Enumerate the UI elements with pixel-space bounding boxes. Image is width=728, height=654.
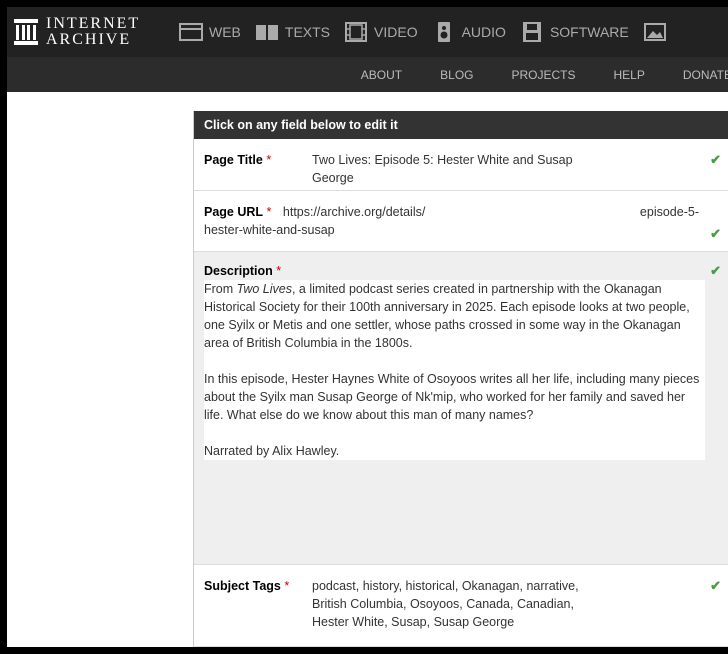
book-icon (255, 25, 278, 40)
required-marker: * (266, 205, 272, 219)
page-title-label: Page Title (204, 153, 263, 167)
required-marker: * (266, 153, 272, 167)
valid-check-icon: ✔ (710, 152, 721, 167)
nav-blog-link[interactable]: BLOG (440, 68, 473, 82)
nav-texts-label: TEXTS (284, 24, 331, 40)
page-title-label-col: Page Title * (204, 151, 312, 187)
subject-tags-value[interactable]: podcast, history, historical, Okanagan, … (312, 577, 705, 631)
subject-tags-label-col: Subject Tags * (204, 577, 312, 631)
logo-line-1: INTERNET (46, 15, 141, 32)
page-url-field[interactable]: Page URL * https://archive.org/details/ … (194, 191, 728, 252)
valid-check-icon: ✔ (710, 578, 721, 593)
nav-video-label: VIDEO (374, 24, 418, 40)
floppy-disk-icon (522, 22, 541, 42)
subject-tags-line: British Columbia, Osoyoos, Canada, Canad… (312, 597, 574, 611)
page-title-value-line: Two Lives: Episode 5: Hester White and S… (312, 153, 573, 167)
speaker-icon (437, 22, 450, 42)
description-label: Description (204, 264, 273, 278)
archive-building-icon (14, 19, 38, 45)
page-title-value[interactable]: Two Lives: Episode 5: Hester White and S… (312, 151, 705, 187)
subject-tags-line: podcast, history, historical, Okanagan, … (312, 579, 579, 593)
nav-projects-link[interactable]: PROJECTS (512, 68, 576, 82)
page-url-row: Page URL * https://archive.org/details/ … (204, 203, 705, 221)
logo-text: INTERNET ARCHIVE (46, 16, 140, 48)
nav-software[interactable]: SOFTWARE (520, 22, 629, 42)
page-url-prefix: https://archive.org/details/ (282, 205, 426, 219)
description-text: From (204, 282, 237, 296)
nav-audio-label: AUDIO (461, 24, 506, 40)
nav-donate-link[interactable]: DONATE (683, 68, 728, 82)
series-title: Two Lives (236, 282, 292, 296)
metadata-edit-panel: Click on any field below to edit it Page… (193, 111, 728, 647)
page-url-slug-part2[interactable]: hester-white-and-susap (204, 221, 705, 239)
film-icon (345, 22, 368, 42)
nav-about-link[interactable]: ABOUT (361, 68, 402, 82)
page-title-field[interactable]: Page Title * Two Lives: Episode 5: Heste… (194, 139, 728, 191)
image-icon (643, 23, 666, 41)
nav-web[interactable]: WEB (179, 22, 241, 42)
description-field[interactable]: Description * From Two Lives, a limited … (194, 252, 728, 565)
nav-help-link[interactable]: HELP (614, 68, 645, 82)
nav-software-label: SOFTWARE (549, 24, 629, 40)
valid-check-icon: ✔ (710, 226, 721, 241)
description-paragraph: Narrated by Alix Hawley. (204, 444, 340, 458)
valid-check-icon: ✔ (710, 263, 721, 278)
required-marker: * (284, 579, 290, 593)
secondary-nav: ABOUT BLOG PROJECTS HELP DONATE (7, 57, 728, 92)
description-paragraph: In this episode, Hester Haynes White of … (204, 372, 700, 422)
subject-tags-row: Subject Tags * podcast, history, histori… (204, 577, 705, 631)
page-title-value-line: George (312, 171, 354, 185)
nav-texts[interactable]: TEXTS (255, 22, 330, 42)
secondary-nav-links: ABOUT BLOG PROJECTS HELP DONATE (323, 57, 728, 92)
page-url-label: Page URL (204, 205, 264, 219)
web-icon (179, 23, 203, 41)
required-marker: * (276, 264, 282, 278)
panel-header: Click on any field below to edit it (194, 111, 728, 139)
page-frame: INTERNET ARCHIVE WEB TEXTS VIDEO AUDIO S… (7, 7, 728, 647)
nav-video[interactable]: VIDEO (344, 22, 418, 42)
description-paragraph: From Two Lives, a limited podcast series… (204, 280, 703, 352)
description-label-row: Description * (204, 262, 705, 280)
top-nav-bar: INTERNET ARCHIVE WEB TEXTS VIDEO AUDIO S… (7, 7, 728, 57)
page-url-label-group: Page URL * https://archive.org/details/ (204, 203, 425, 221)
page-title-row: Page Title * Two Lives: Episode 5: Heste… (204, 151, 705, 187)
subject-tags-label: Subject Tags (204, 579, 281, 593)
subject-tags-line: Hester White, Susap, Susap George (312, 615, 515, 629)
primary-nav: WEB TEXTS VIDEO AUDIO SOFTWARE (179, 7, 687, 57)
nav-web-label: WEB (209, 24, 241, 40)
nav-images[interactable] (643, 22, 673, 42)
internet-archive-logo[interactable]: INTERNET ARCHIVE (14, 12, 140, 52)
subject-tags-field[interactable]: Subject Tags * podcast, history, histori… (194, 565, 728, 647)
logo-line-2: ARCHIVE (46, 31, 132, 48)
description-value[interactable]: From Two Lives, a limited podcast series… (204, 280, 705, 460)
nav-audio[interactable]: AUDIO (432, 22, 506, 42)
page-url-slug-part1[interactable]: episode-5- (640, 203, 699, 221)
